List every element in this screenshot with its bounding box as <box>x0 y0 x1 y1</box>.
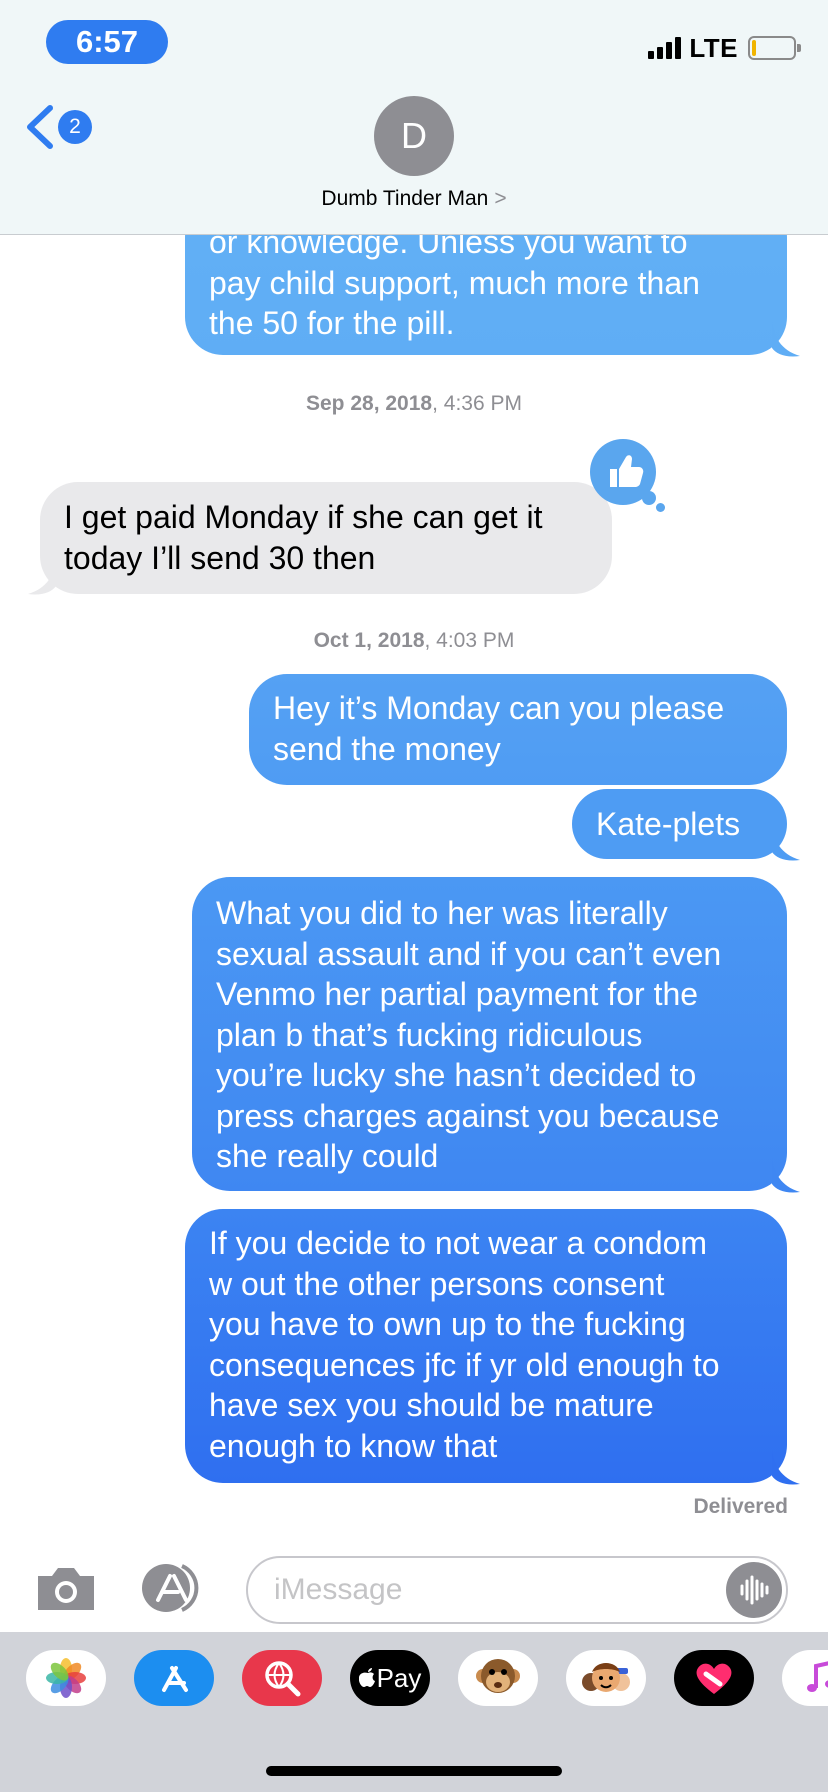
timestamp-date: Sep 28, 2018 <box>306 392 433 415</box>
contact-name: Dumb Tinder Man <box>321 187 489 210</box>
apple-pay-label: Pay <box>376 1662 422 1693</box>
message-line: Venmo her partial payment for the <box>216 976 699 1012</box>
message-line: press charges against you because <box>216 1097 720 1134</box>
message-line: enough to know that <box>209 1427 498 1464</box>
message-line: send the money <box>273 730 501 767</box>
message-bubble-sent[interactable]: If you decide to not wear a condom w out… <box>185 1209 787 1483</box>
message-line: have sex you should be mature <box>209 1387 654 1423</box>
message-line: you’re lucky she hasn’t decided to <box>216 1057 697 1093</box>
timestamp-time: 4:03 PM <box>436 629 515 652</box>
bubble-tail <box>772 1158 800 1193</box>
app-store-icon[interactable] <box>134 1650 214 1706</box>
message-line: sexual assault and if you can’t even <box>216 935 722 972</box>
message-line: today I’ll send 30 then <box>64 539 376 576</box>
delivery-status: Delivered <box>693 1495 788 1518</box>
timestamp-time: 4:36 PM <box>443 392 522 415</box>
status-time: 6:57 <box>46 20 168 64</box>
message-bubble-received[interactable]: I get paid Monday if she can get it toda… <box>40 482 612 594</box>
tapback-tail-dot <box>656 503 665 512</box>
timestamp: Sep 28, 2018, 4:36 PM <box>306 392 522 415</box>
timestamp: Oct 1, 2018, 4:03 PM <box>313 629 515 652</box>
message-line: What you did to her was literally <box>216 895 668 931</box>
back-button[interactable]: 2 <box>22 104 92 150</box>
message-bubble-sent[interactable]: Kate-plets <box>572 789 787 859</box>
bubble-tail <box>772 826 800 861</box>
camera-icon[interactable] <box>34 1564 98 1614</box>
timestamp-date: Oct 1, 2018 <box>313 629 425 652</box>
conversation-header: 6:57 LTE 2 D Dumb Tinder Man > <box>0 0 828 235</box>
photos-icon[interactable] <box>26 1650 106 1706</box>
cellular-signal-icon <box>648 37 682 59</box>
message-line: Hey it’s Monday can you please <box>273 690 725 726</box>
contact-name-button[interactable]: Dumb Tinder Man > <box>0 187 828 211</box>
message-line: she really could <box>216 1138 439 1174</box>
message-bubble-sent[interactable]: Hey it’s Monday can you please send the … <box>249 674 787 785</box>
status-indicators: LTE <box>648 32 801 64</box>
message-line: the 50 for the pill. <box>209 305 455 341</box>
message-line: consequences jfc if yr old enough to <box>209 1346 720 1383</box>
message-line: If you decide to not wear a condom <box>209 1225 708 1261</box>
network-type: LTE <box>689 32 738 63</box>
message-line: w out the other persons consent <box>209 1265 665 1302</box>
monkey-icon[interactable] <box>458 1650 538 1706</box>
tapback-tail-dot <box>642 491 656 505</box>
memoji-icon[interactable] <box>566 1650 646 1706</box>
message-line: pay child support, much more than <box>209 264 700 301</box>
heart-icon[interactable] <box>674 1650 754 1706</box>
bubble-tail <box>772 1450 800 1485</box>
globe-search-icon[interactable] <box>242 1650 322 1706</box>
bubble-tail <box>28 560 56 595</box>
input-placeholder: iMessage <box>274 1573 403 1606</box>
unread-count-badge: 2 <box>58 110 92 144</box>
apple-pay-icon[interactable]: Pay <box>350 1650 430 1706</box>
music-icon[interactable] <box>782 1650 828 1706</box>
message-line: Kate-plets <box>596 806 741 842</box>
bubble-tail <box>772 322 800 357</box>
chevron-left-icon <box>27 105 53 149</box>
apple-logo-icon <box>358 1668 375 1687</box>
audio-message-icon[interactable] <box>726 1562 782 1618</box>
app-store-icon[interactable] <box>140 1562 212 1614</box>
message-line: you have to own up to the fucking <box>209 1306 686 1342</box>
imessage-input[interactable]: iMessage <box>246 1556 788 1624</box>
chevron-right-icon: > <box>494 187 507 210</box>
contact-avatar[interactable]: D <box>374 96 454 176</box>
message-line: I get paid Monday if she can get it <box>64 499 543 535</box>
app-drawer: Pay <box>0 1632 828 1792</box>
home-indicator[interactable] <box>266 1766 562 1776</box>
message-line: plan b that’s fucking ridiculous <box>216 1016 643 1053</box>
battery-icon <box>748 36 801 60</box>
message-bubble-sent[interactable]: What you did to her was literally sexual… <box>192 877 787 1191</box>
message-composer: iMessage <box>0 1540 828 1632</box>
